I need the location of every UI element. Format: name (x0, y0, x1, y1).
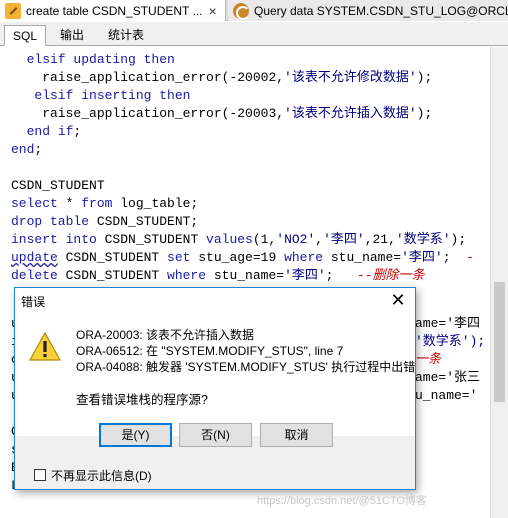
code-line: raise_application_error(-20002,'该表不允许修改数… (11, 70, 433, 85)
code-line: CSDN_STUDENT (11, 178, 105, 193)
code-line-fragment: '数学系'); (415, 334, 486, 349)
error-dialog: 错误 ✕ ORA-20003: 该表不允许插入数据 ORA-06512: 在 "… (14, 287, 416, 490)
tab-query-data[interactable]: Query data SYSTEM.CSDN_STU_LOG@ORCL (228, 0, 508, 21)
code-line: delete CSDN_STUDENT where stu_name='李四';… (11, 268, 425, 283)
dont-show-checkbox[interactable] (34, 469, 46, 481)
scrollbar-thumb[interactable] (494, 282, 505, 402)
tab-statistics[interactable]: 统计表 (100, 25, 152, 46)
dialog-body: ORA-20003: 该表不允许插入数据 ORA-06512: 在 "SYSTE… (15, 314, 415, 436)
code-line-fragment: ame='李四 (415, 316, 481, 331)
tab-sql[interactable]: SQL (4, 25, 47, 46)
code-line-fragment: ame='张三 (415, 370, 481, 385)
tab-output[interactable]: 输出 (52, 25, 92, 46)
editor-sub-tabs: SQL 输出 统计表 (0, 22, 508, 46)
close-icon[interactable]: ✕ (385, 289, 411, 311)
code-line: raise_application_error(-20003,'该表不允许插入数… (11, 106, 433, 121)
code-line: elsif updating then (26, 52, 175, 67)
tab-create-table-label: create table CSDN_STUDENT ... (26, 3, 203, 18)
cancel-button[interactable]: 取消 (260, 423, 333, 447)
code-line-fragment: 一条 (415, 352, 442, 367)
code-line: select * from log_table; (11, 196, 199, 211)
sql-edit-icon (5, 2, 21, 19)
close-icon[interactable]: × (209, 3, 217, 19)
dialog-title: 错误 (21, 295, 46, 309)
error-message-line: ORA-04088: 触发器 'SYSTEM.MODIFY_STUS' 执行过程… (76, 360, 416, 374)
warning-icon (29, 332, 61, 361)
yes-button[interactable]: 是(Y) (99, 423, 172, 447)
code-line: end; (11, 142, 43, 157)
code-line: drop table CSDN_STUDENT; (11, 214, 199, 229)
document-tab-bar: create table CSDN_STUDENT ... × Query da… (0, 0, 508, 21)
vertical-scrollbar[interactable] (490, 47, 508, 518)
query-icon (233, 2, 250, 20)
dont-show-label: 不再显示此信息(D) (51, 469, 152, 483)
watermark: https://blog.csdn.net/@51CTO博客 (257, 495, 427, 507)
dialog-titlebar: 错误 ✕ (15, 288, 415, 314)
code-line: elsif inserting then (34, 88, 191, 103)
code-line: insert into CSDN_STUDENT values(1,'NO2',… (11, 232, 467, 247)
code-line: end if; (26, 124, 82, 139)
error-message-line: ORA-20003: 该表不允许插入数据 (76, 328, 255, 342)
code-line: update CSDN_STUDENT set stu_age=19 where… (11, 250, 474, 265)
dialog-question: 查看错误堆栈的程序源? (76, 393, 208, 407)
error-message-line: ORA-06512: 在 "SYSTEM.MODIFY_STUS", line … (76, 344, 344, 358)
code-line-fragment: u_name=' (415, 388, 478, 403)
no-button[interactable]: 否(N) (179, 423, 252, 447)
tab-query-data-label: Query data SYSTEM.CSDN_STU_LOG@ORCL (254, 3, 508, 18)
tab-create-table[interactable]: create table CSDN_STUDENT ... × (0, 0, 226, 21)
